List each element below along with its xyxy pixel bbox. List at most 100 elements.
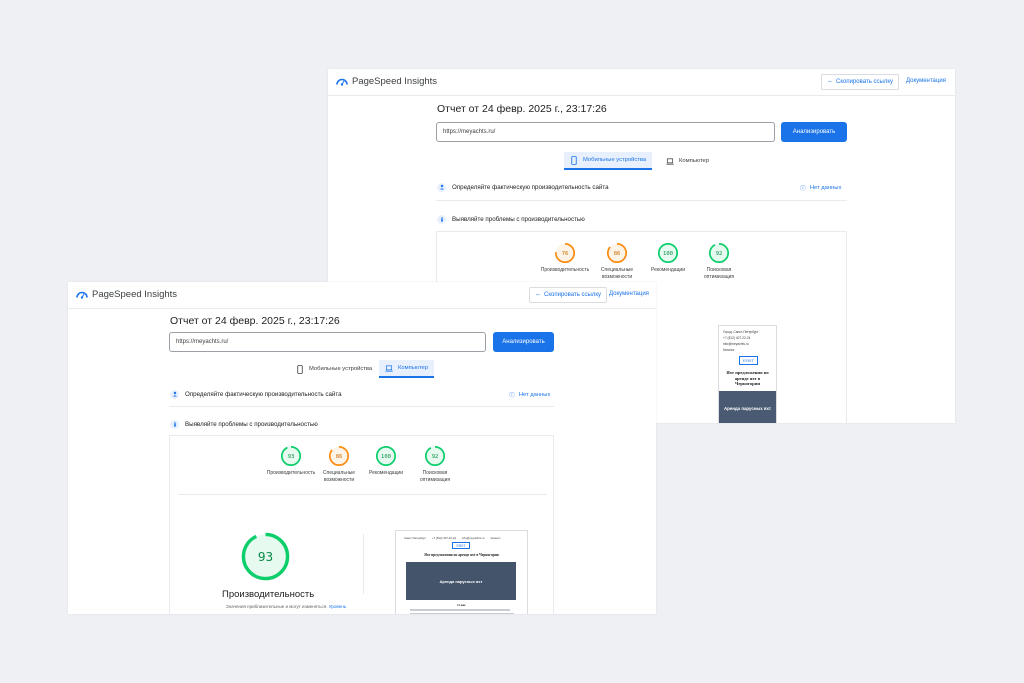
desktop-preview-screenshot: Санкт-Петербург +7 (812) 407-22-24 info@… — [395, 530, 528, 614]
mobile-preview-screenshot: Город: Санкт-Петербург +7 (812) 407-22-2… — [718, 325, 777, 423]
info-icon: ⓘ — [800, 186, 806, 192]
performance-main-label: Производительность — [222, 589, 315, 600]
scores-panel: 93 Производительность 86 Специальные возм… — [169, 435, 554, 614]
score-label: Специальные возможности — [322, 470, 356, 484]
url-input[interactable]: https://meyachts.ru/ — [169, 332, 486, 352]
disclaimer-text: Значения приблизительные и могут изменят… — [226, 604, 328, 609]
gauge-value: 86 — [614, 251, 621, 257]
info-icon: ⓘ — [509, 393, 515, 399]
preview-logo: ЕЯХТ — [452, 542, 470, 549]
app-logo[interactable]: PageSpeed Insights — [76, 289, 177, 300]
copy-link-button[interactable]: ⇔ Скопировать ссылку — [821, 74, 900, 90]
field-data-title: Определяйте фактическую производительнос… — [185, 390, 342, 398]
divider — [436, 200, 847, 201]
lighthouse-icon — [170, 419, 179, 429]
preview-text-line — [410, 609, 510, 611]
score-performance[interactable]: 76 Производительность — [537, 242, 593, 274]
score-label: Производительность — [266, 470, 316, 476]
field-data-section[interactable]: Определяйте фактическую производительнос… — [170, 385, 342, 403]
gauge-value: 100 — [381, 454, 391, 460]
preview-line: Каталог — [723, 348, 735, 352]
score-label: Производительность — [540, 267, 590, 273]
gauge-value: 92 — [432, 454, 439, 460]
preview-hero: Аренда парусных яхт — [719, 391, 776, 423]
diagnose-section[interactable]: Выявляйте проблемы с производительностью — [437, 210, 585, 228]
score-gauge: 92 — [708, 242, 730, 264]
field-data-section[interactable]: Определяйте фактическую производительнос… — [437, 178, 609, 196]
tab-mobile[interactable]: Мобильные устройства — [564, 152, 653, 170]
tab-mobile[interactable]: Мобильные устройства — [290, 360, 378, 378]
performance-main-gauge: 93 — [241, 532, 290, 581]
no-data-link[interactable]: ⓘ Нет данных — [800, 183, 842, 193]
field-data-title: Определяйте фактическую производительнос… — [452, 183, 609, 191]
score-best-practices[interactable]: 100 Рекомендации — [640, 242, 696, 274]
score-seo[interactable]: 92 Поисковая оптимизация — [691, 242, 747, 282]
copy-link-label: Скопировать ссылку — [544, 292, 602, 298]
people-icon — [170, 389, 179, 399]
tab-desktop[interactable]: Компьютер — [379, 360, 435, 378]
preview-nav-item: Санкт-Петербург — [404, 536, 426, 540]
lighthouse-icon — [437, 214, 446, 224]
app-name: PageSpeed Insights — [92, 289, 178, 300]
score-accessibility[interactable]: 86 Специальные возможности — [589, 242, 645, 282]
app-logo[interactable]: PageSpeed Insights — [336, 76, 437, 87]
preview-text-line — [410, 613, 514, 614]
score-gauge: 93 — [280, 445, 302, 467]
gauge-value: 76 — [562, 251, 569, 257]
score-gauge: 100 — [375, 445, 397, 467]
score-best-practices[interactable]: 100 Рекомендации — [358, 445, 414, 477]
documentation-link[interactable]: Документация — [609, 291, 649, 297]
score-seo[interactable]: 92 Поисковая оптимизация — [407, 445, 463, 485]
no-data-label: Нет данных — [809, 184, 842, 191]
tab-desktop-label: Компьютер — [398, 365, 429, 371]
laptop-icon — [666, 157, 674, 165]
preview-nav: Санкт-Петербург +7 (812) 407-22-24 info@… — [404, 536, 519, 540]
score-label: Поисковая оптимизация — [703, 267, 735, 281]
preview-logo: ЕЯХТ — [739, 356, 758, 365]
copy-link-button[interactable]: ⇔ Скопировать ссылку — [529, 287, 608, 303]
preview-nav-item: Каталог — [490, 536, 501, 540]
phone-icon — [571, 155, 577, 165]
tab-mobile-label: Мобильные устройства — [583, 157, 647, 163]
preview-subhead: О нас — [457, 603, 466, 607]
tab-desktop[interactable]: Компьютер — [660, 152, 715, 170]
preview-line: +7 (812) 407-22-24 — [723, 336, 751, 340]
preview-line: Город: Санкт-Петербург — [723, 330, 759, 334]
documentation-link[interactable]: Документация — [906, 78, 946, 84]
url-input[interactable]: https://meyachts.ru/ — [436, 122, 775, 142]
preview-line: info@meyachts.ru — [723, 342, 749, 346]
link-icon: ⇔ — [535, 292, 541, 298]
score-label: Поисковая оптимизация — [419, 470, 451, 484]
pagespeed-logo-icon — [336, 78, 348, 86]
no-data-link[interactable]: ⓘ Нет данных — [509, 390, 550, 400]
people-icon — [437, 182, 446, 192]
analyze-button[interactable]: Анализировать — [493, 332, 554, 352]
header: PageSpeed Insights ⇔ Скопировать ссылку … — [68, 282, 656, 309]
gauge-value: 92 — [716, 251, 723, 257]
preview-headline: Яхт предложения по аренде яхт в Черногор… — [424, 553, 499, 557]
pagespeed-logo-icon — [76, 291, 88, 299]
diagnose-section[interactable]: Выявляйте проблемы с производительностью — [170, 415, 318, 433]
score-gauge: 86 — [606, 242, 628, 264]
gauge-value: 86 — [336, 454, 343, 460]
app-name: PageSpeed Insights — [352, 76, 438, 87]
score-gauge: 76 — [554, 242, 576, 264]
gauge-value: 100 — [663, 251, 673, 257]
divider — [178, 494, 547, 495]
report-title: Отчет от 24 февр. 2025 г., 23:17:26 — [170, 315, 340, 327]
preview-headline: Яхт предложения по аренде яхт в Черногор… — [726, 370, 769, 386]
score-gauge: 92 — [424, 445, 446, 467]
score-gauge: 86 — [328, 445, 350, 467]
gauge-value: 93 — [258, 550, 273, 565]
header: PageSpeed Insights ⇔ Скопировать ссылку … — [328, 69, 955, 96]
diagnose-title: Выявляйте проблемы с производительностью — [185, 420, 318, 428]
report-window-desktop: PageSpeed Insights ⇔ Скопировать ссылку … — [68, 282, 656, 614]
report-title: Отчет от 24 февр. 2025 г., 23:17:26 — [437, 103, 607, 115]
divider — [169, 406, 554, 407]
preview-nav-item: info@meyachts.ru — [461, 536, 485, 540]
divider — [363, 534, 364, 594]
analyze-button[interactable]: Анализировать — [781, 122, 847, 142]
link-icon: ⇔ — [827, 79, 833, 85]
score-label: Рекомендации — [650, 267, 686, 273]
disclaimer-link[interactable]: Уровень — [329, 604, 346, 609]
